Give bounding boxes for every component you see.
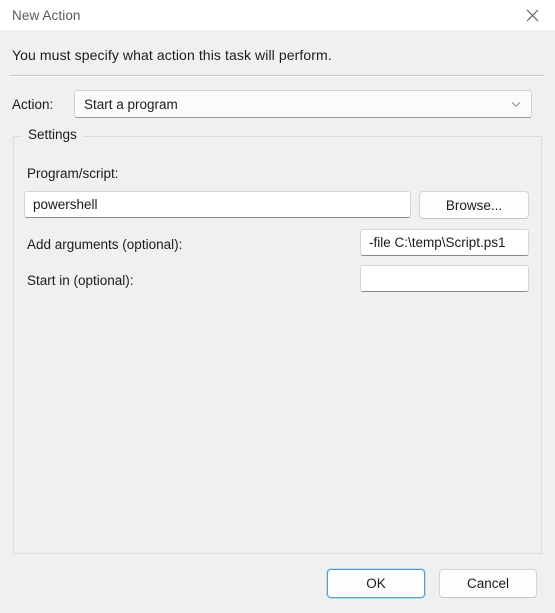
title-bar: New Action (0, 0, 555, 30)
action-dropdown[interactable]: Start a program (74, 90, 532, 118)
instruction-text: You must specify what action this task w… (12, 47, 332, 63)
header-divider (10, 75, 545, 77)
action-dropdown-value: Start a program (84, 96, 178, 112)
settings-groupbox-legend: Settings (22, 127, 83, 142)
add-arguments-input[interactable] (360, 229, 529, 256)
program-script-label: Program/script: (27, 166, 119, 181)
start-in-input[interactable] (360, 265, 529, 292)
start-in-label: Start in (optional): (27, 273, 134, 288)
chevron-down-icon (505, 101, 527, 108)
window-title: New Action (12, 7, 81, 23)
action-label: Action: (12, 97, 54, 112)
add-arguments-label: Add arguments (optional): (27, 237, 183, 252)
cancel-button[interactable]: Cancel (439, 569, 537, 598)
close-button[interactable] (509, 0, 555, 30)
close-icon (526, 9, 538, 21)
program-script-input[interactable] (24, 191, 411, 218)
browse-button[interactable]: Browse... (419, 191, 529, 219)
ok-button[interactable]: OK (327, 569, 425, 598)
